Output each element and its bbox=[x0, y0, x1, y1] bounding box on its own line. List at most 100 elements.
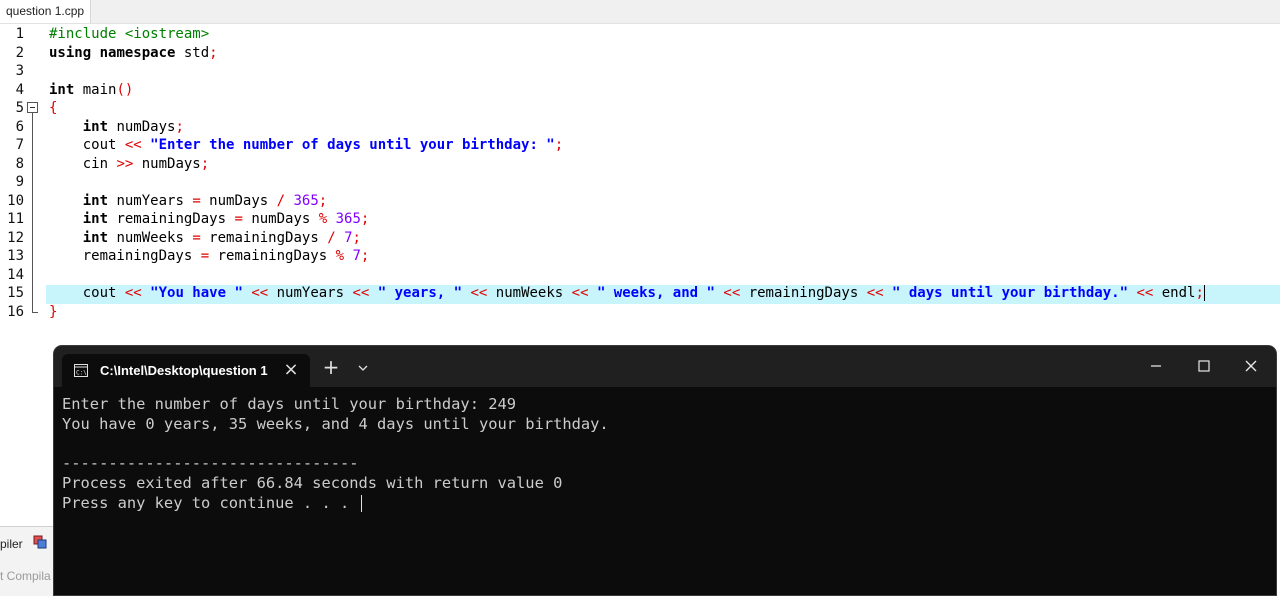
terminal-output-line: You have 0 years, 35 weeks, and 4 days u… bbox=[62, 414, 609, 433]
terminal-window[interactable]: C:\ C:\Intel\Desktop\question 1 × + Ente… bbox=[54, 346, 1276, 595]
operator: ; bbox=[1195, 285, 1204, 301]
operator: = bbox=[192, 192, 201, 209]
code-text-span: remainingDays bbox=[108, 211, 235, 227]
operator: ; bbox=[360, 248, 370, 264]
terminal-tab-title: C:\Intel\Desktop\question 1 bbox=[100, 363, 268, 378]
code-text-span bbox=[327, 211, 335, 227]
code-line-15-current: cout << "You have " << numYears << " yea… bbox=[46, 285, 1280, 304]
string-literal: " days until your birthday." bbox=[892, 285, 1129, 301]
operator: << bbox=[470, 285, 488, 301]
code-text-span: remainingDays bbox=[49, 248, 201, 264]
code-line-5: { bbox=[49, 100, 1280, 119]
code-text-span bbox=[142, 285, 150, 301]
terminal-output[interactable]: Enter the number of days until your birt… bbox=[62, 395, 1276, 514]
code-text-span: numDays bbox=[108, 118, 176, 135]
code-text-span: cin bbox=[49, 155, 117, 172]
operator: ; bbox=[200, 155, 210, 172]
terminal-output-line: Enter the number of days until your birt… bbox=[62, 395, 517, 413]
operator: << bbox=[352, 285, 370, 301]
close-tab-icon[interactable]: × bbox=[283, 360, 299, 380]
terminal-title-bar[interactable]: C:\ C:\Intel\Desktop\question 1 × + bbox=[54, 346, 1276, 387]
terminal-output-line: Process exited after 66.84 seconds with … bbox=[62, 474, 563, 493]
code-line-16: } bbox=[49, 304, 1280, 323]
new-tab-button[interactable]: + bbox=[320, 356, 342, 378]
editor-tab-bar: question 1.cpp bbox=[0, 0, 1280, 24]
operator: << bbox=[723, 285, 741, 301]
number-literal: 7 bbox=[352, 248, 361, 264]
line-number: 16 bbox=[7, 303, 24, 320]
code-text-span: cout bbox=[49, 285, 125, 301]
operator: << bbox=[124, 285, 142, 301]
code-line-1: #include <iostream> bbox=[49, 26, 1280, 45]
string-literal: "You have " bbox=[150, 285, 243, 301]
operator: ; bbox=[360, 211, 370, 227]
code-line-12: int numWeeks = remainingDays / 7; bbox=[49, 230, 1280, 249]
operator: ; bbox=[318, 192, 328, 209]
line-number: 3 bbox=[15, 63, 24, 79]
code-text-span bbox=[49, 193, 83, 209]
code-line-7: cout << "Enter the number of days until … bbox=[49, 137, 1280, 156]
line-number: 7 bbox=[15, 137, 24, 153]
code-editor[interactable]: 1 2 3 4 5 6 7 8 9 10 11 12 13 14 15 16 #… bbox=[0, 24, 1280, 334]
preprocessor-directive: #include <iostream> bbox=[49, 26, 210, 42]
keyword: int bbox=[82, 229, 109, 246]
code-text[interactable]: #include <iostream> using namespace std;… bbox=[46, 26, 1280, 323]
line-number: 5 bbox=[15, 100, 24, 116]
tab-question-1-cpp[interactable]: question 1.cpp bbox=[0, 0, 92, 23]
compile-log-tab-label[interactable]: t Compila bbox=[0, 569, 51, 583]
fold-guide-line bbox=[32, 113, 33, 312]
operator: / bbox=[327, 229, 336, 246]
text-caret bbox=[1203, 285, 1205, 301]
code-line-11: int remainingDays = numDays % 365; bbox=[49, 211, 1280, 230]
number-literal: 7 bbox=[344, 229, 353, 246]
line-number: 12 bbox=[7, 229, 24, 246]
line-number: 10 bbox=[7, 192, 24, 209]
bottom-panel: piler t Compila bbox=[0, 526, 60, 596]
string-literal: "Enter the number of days until your bir… bbox=[150, 137, 555, 153]
operator: << bbox=[124, 137, 142, 153]
svg-text:C:\: C:\ bbox=[76, 370, 87, 377]
line-number: 13 bbox=[7, 248, 24, 264]
code-line-13: remainingDays = remainingDays % 7; bbox=[49, 248, 1280, 267]
number-literal: 365 bbox=[293, 192, 319, 209]
operator: ; bbox=[175, 118, 184, 135]
minimize-icon[interactable] bbox=[1144, 354, 1168, 378]
code-line-10: int numYears = numDays / 365; bbox=[49, 193, 1280, 212]
operator: = bbox=[234, 211, 243, 227]
operator: << bbox=[1136, 285, 1154, 301]
line-number: 1 bbox=[15, 26, 24, 42]
compiler-tab-label[interactable]: piler bbox=[0, 537, 23, 551]
operator: { bbox=[49, 100, 58, 116]
line-number: 9 bbox=[15, 174, 24, 190]
code-text-span: std bbox=[175, 44, 210, 61]
terminal-cursor bbox=[360, 494, 362, 512]
close-window-icon[interactable] bbox=[1239, 354, 1263, 378]
operator: () bbox=[116, 81, 134, 98]
line-number: 11 bbox=[7, 211, 24, 227]
chevron-down-icon[interactable] bbox=[353, 358, 373, 378]
maximize-icon[interactable] bbox=[1192, 354, 1216, 378]
code-text-span: endl bbox=[1153, 285, 1196, 301]
fold-guide-end bbox=[32, 312, 38, 313]
terminal-tab[interactable]: C:\ C:\Intel\Desktop\question 1 × bbox=[62, 354, 310, 387]
operator: << bbox=[571, 285, 589, 301]
terminal-icon: C:\ bbox=[74, 364, 88, 377]
compiler-resources-icon[interactable] bbox=[33, 535, 47, 549]
fold-collapse-icon[interactable] bbox=[27, 102, 38, 113]
code-text-span bbox=[49, 119, 83, 135]
code-text-span: numDays bbox=[200, 192, 277, 209]
operator: ; bbox=[352, 229, 361, 246]
code-line-2: using namespace std; bbox=[49, 45, 1280, 64]
code-text-span: numDays bbox=[133, 155, 201, 172]
line-number: 15 bbox=[7, 285, 24, 301]
code-text-span: numWeeks bbox=[487, 285, 572, 301]
keyword: int bbox=[49, 81, 75, 98]
keyword: int bbox=[82, 211, 109, 227]
operator: << bbox=[251, 285, 269, 301]
keyword: namespace bbox=[99, 44, 176, 61]
code-text-span bbox=[49, 211, 83, 227]
operator: / bbox=[276, 192, 286, 209]
operator: % bbox=[335, 248, 345, 264]
